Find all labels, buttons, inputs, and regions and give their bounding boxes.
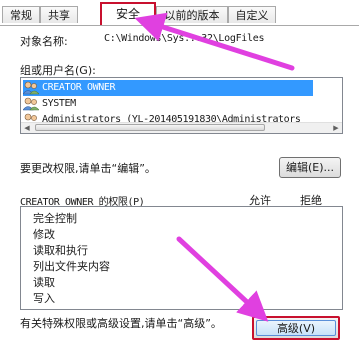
scroll-left-icon[interactable]: ◀: [22, 124, 32, 132]
scrollbar-thumb[interactable]: [35, 124, 265, 131]
tab-previous-versions[interactable]: 以前的版本: [156, 6, 228, 23]
users-icon: [23, 97, 39, 111]
object-name-value: C:\Windows\Sys...32\LogFiles: [104, 33, 265, 44]
tab-divider: [0, 25, 359, 26]
scroll-right-icon[interactable]: ▶: [331, 124, 341, 132]
edit-button[interactable]: 编辑(E)...: [279, 157, 341, 178]
advanced-button-label: 高级(V): [256, 320, 336, 336]
special-permissions-text: 有关特殊权限或高级设置,请单击“高级”。: [20, 317, 222, 330]
tab-sharing[interactable]: 共享: [40, 6, 78, 23]
user-name: CREATOR OWNER: [42, 82, 116, 93]
permission-write: 写入: [33, 292, 55, 305]
tab-bar: 常规 共享 安全 以前的版本 自定义: [0, 2, 359, 26]
security-properties-dialog: 常规 共享 安全 以前的版本 自定义 对象名称: C:\Windows\Sys.…: [0, 0, 359, 342]
permission-read: 读取: [33, 276, 55, 289]
permission-full-control: 完全控制: [33, 212, 77, 225]
horizontal-scrollbar[interactable]: ◀ ▶: [21, 122, 342, 133]
user-item-system[interactable]: SYSTEM: [23, 96, 76, 112]
user-name: SYSTEM: [42, 98, 76, 109]
arrow-to-security-tab: [134, 12, 295, 71]
tab-general[interactable]: 常规: [2, 6, 40, 23]
advanced-button[interactable]: 高级(V): [252, 316, 340, 340]
permissions-list: 完全控制 修改 读取和执行 列出文件夹内容 读取 写入: [20, 206, 343, 310]
user-item-creator-owner[interactable]: CREATOR OWNER: [23, 80, 313, 96]
tab-security[interactable]: 安全: [100, 2, 156, 25]
change-permissions-label: 要更改权限,请单击“编辑”。: [20, 162, 156, 175]
object-name-label: 对象名称:: [20, 35, 68, 48]
permission-read-execute: 读取和执行: [33, 244, 88, 257]
permission-modify: 修改: [33, 228, 55, 241]
permission-list-folder: 列出文件夹内容: [33, 260, 110, 273]
user-list[interactable]: CREATOR OWNER SYSTEM Administrators (YL-…: [20, 77, 343, 134]
tab-customize[interactable]: 自定义: [228, 6, 276, 23]
users-icon: [23, 81, 39, 95]
group-or-user-label: 组或用户名(G):: [20, 64, 96, 77]
